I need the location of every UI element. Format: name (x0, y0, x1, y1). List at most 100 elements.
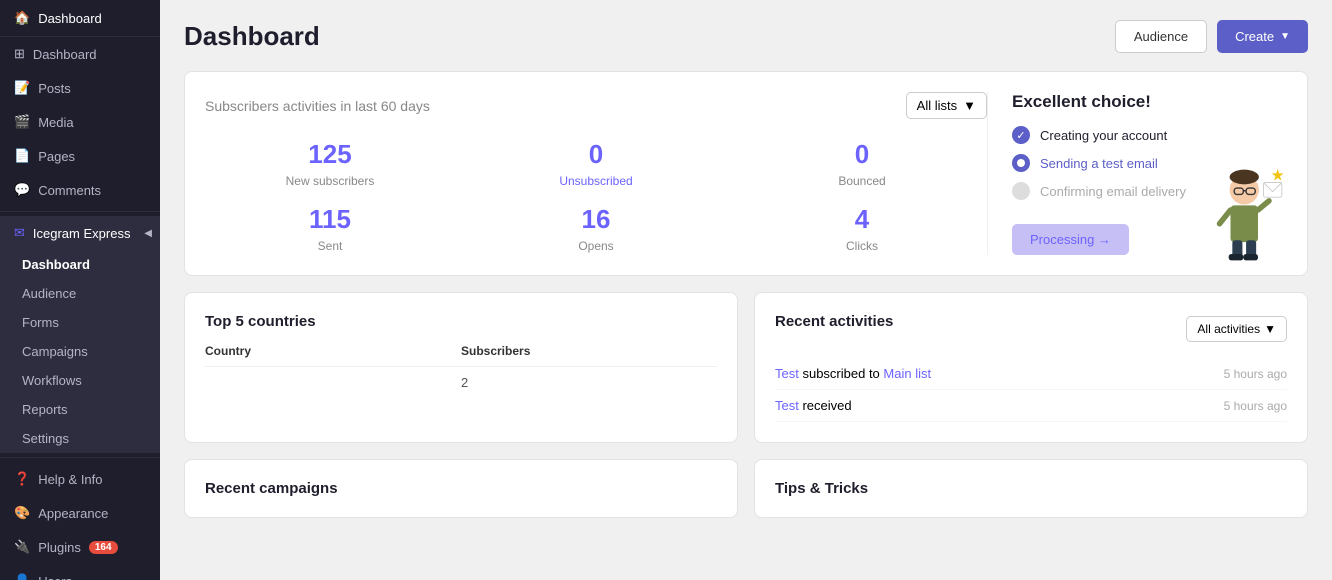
sidebar-nav: ⊞ Dashboard 📝 Posts 🎬 Media 📄 Pages 💬 Co… (0, 37, 160, 207)
plugins-icon: 🔌 (14, 539, 30, 555)
sidebar-item-ig-reports[interactable]: Reports (0, 395, 160, 424)
help-icon: ❓ (14, 471, 30, 487)
sidebar-item-ig-campaigns[interactable]: Campaigns (0, 337, 160, 366)
tips-tricks-title: Tips & Tricks (775, 480, 868, 497)
processing-button[interactable]: Processing → (1012, 224, 1129, 255)
clicks-value: 4 (737, 204, 987, 235)
activity-link-test2[interactable]: Test (775, 398, 799, 413)
check-done-icon: ✓ (1012, 126, 1030, 144)
site-title: Dashboard (38, 11, 102, 26)
new-subscribers-value: 125 (205, 139, 455, 170)
countries-table-header: Country Subscribers (205, 344, 717, 367)
subscribers-cell: 2 (461, 375, 717, 390)
recent-activities-title: Recent activities (775, 313, 893, 330)
sidebar-header: 🏠 Dashboard (0, 0, 160, 37)
pages-icon: 📄 (14, 148, 30, 164)
recent-campaigns-title: Recent campaigns (205, 480, 338, 497)
activity-text-2: Test received (775, 398, 852, 413)
wordpress-icon: 🏠 (14, 10, 30, 26)
stats-grid: 125 New subscribers 0 Unsubscribed 0 Bou… (205, 139, 987, 253)
new-subscribers-label: New subscribers (205, 174, 455, 188)
sidebar-item-dashboard[interactable]: ⊞ Dashboard (0, 37, 160, 71)
stat-unsubscribed: 0 Unsubscribed (471, 139, 721, 188)
countries-section-title: Top 5 countries (205, 313, 717, 330)
sidebar: 🏠 Dashboard ⊞ Dashboard 📝 Posts 🎬 Media … (0, 0, 160, 580)
step-create-account: ✓ Creating your account (1012, 126, 1287, 144)
bounced-value: 0 (737, 139, 987, 170)
page-title: Dashboard (184, 21, 320, 52)
opens-value: 16 (471, 204, 721, 235)
opens-label: Opens (471, 239, 721, 253)
icegram-icon: ✉ (14, 225, 25, 241)
onboarding-title: Excellent choice! (1012, 92, 1287, 112)
dashboard-icon: ⊞ (14, 46, 25, 62)
stats-header: Subscribers activities in last 60 days A… (205, 92, 987, 119)
recent-activities-header: Recent activities All activities ▼ (775, 313, 1287, 344)
countries-activities-row: Top 5 countries Country Subscribers 2 Re… (184, 292, 1308, 459)
recent-campaigns-card: Recent campaigns (184, 459, 738, 518)
onboarding-panel: Excellent choice! ✓ Creating your accoun… (987, 92, 1287, 255)
unsubscribed-value: 0 (471, 139, 721, 170)
country-col-header: Country (205, 344, 461, 358)
sidebar-item-posts[interactable]: 📝 Posts (0, 71, 160, 105)
sidebar-item-appearance[interactable]: 🎨 Appearance (0, 496, 160, 530)
step-create-account-label: Creating your account (1040, 128, 1167, 143)
stats-layout: Subscribers activities in last 60 days A… (205, 92, 1287, 255)
table-row: 2 (205, 367, 717, 398)
clicks-label: Clicks (737, 239, 987, 253)
unsubscribed-label: Unsubscribed (471, 174, 721, 188)
icegram-header[interactable]: ✉ Icegram Express (0, 216, 160, 250)
check-pending-icon (1012, 182, 1030, 200)
sent-label: Sent (205, 239, 455, 253)
sidebar-item-ig-settings[interactable]: Settings (0, 424, 160, 453)
countries-card: Top 5 countries Country Subscribers 2 (184, 292, 738, 443)
country-cell (205, 375, 461, 390)
stat-opens: 16 Opens (471, 204, 721, 253)
stat-clicks: 4 Clicks (737, 204, 987, 253)
bottom-row: Recent campaigns Tips & Tricks (184, 459, 1308, 534)
users-icon: 👤 (14, 573, 30, 580)
stat-sent: 115 Sent (205, 204, 455, 253)
activity-link-main[interactable]: Main list (883, 366, 931, 381)
sidebar-item-users[interactable]: 👤 Users (0, 564, 160, 580)
chevron-down-icon: ▼ (1264, 322, 1276, 336)
media-icon: 🎬 (14, 114, 30, 130)
step-confirm-delivery-label: Confirming email delivery (1040, 184, 1186, 199)
sidebar-item-comments[interactable]: 💬 Comments (0, 173, 160, 207)
character-illustration (1207, 155, 1287, 265)
stats-left-panel: Subscribers activities in last 60 days A… (205, 92, 987, 255)
step-send-test-label: Sending a test email (1040, 156, 1158, 171)
sidebar-item-media[interactable]: 🎬 Media (0, 105, 160, 139)
posts-icon: 📝 (14, 80, 30, 96)
recent-activities-card: Recent activities All activities ▼ Test … (754, 292, 1308, 443)
sidebar-item-plugins[interactable]: 🔌 Plugins 164 (0, 530, 160, 564)
all-lists-dropdown[interactable]: All lists ▼ (906, 92, 987, 119)
stats-section-title: Subscribers activities in last 60 days (205, 98, 430, 114)
icegram-section: ✉ Icegram Express Dashboard Audience For… (0, 216, 160, 453)
activity-time-1: 5 hours ago (1224, 367, 1287, 381)
header-actions: Audience Create ▼ (1115, 20, 1308, 53)
stat-new-subscribers: 125 New subscribers (205, 139, 455, 188)
sidebar-item-ig-forms[interactable]: Forms (0, 308, 160, 337)
stat-bounced: 0 Bounced (737, 139, 987, 188)
activity-time-2: 5 hours ago (1224, 399, 1287, 413)
subscribers-col-header: Subscribers (461, 344, 717, 358)
stats-card: Subscribers activities in last 60 days A… (184, 71, 1308, 276)
sent-value: 115 (205, 204, 455, 235)
main-content: Dashboard Audience Create ▼ Subscribers … (160, 0, 1332, 580)
sidebar-item-ig-audience[interactable]: Audience (0, 279, 160, 308)
create-label: Create (1235, 29, 1274, 44)
create-button[interactable]: Create ▼ (1217, 20, 1308, 53)
sidebar-item-pages[interactable]: 📄 Pages (0, 139, 160, 173)
tips-tricks-card: Tips & Tricks (754, 459, 1308, 518)
sidebar-item-help[interactable]: ❓ Help & Info (0, 462, 160, 496)
appearance-icon: 🎨 (14, 505, 30, 521)
activities-dropdown[interactable]: All activities ▼ (1186, 316, 1287, 342)
sidebar-item-ig-workflows[interactable]: Workflows (0, 366, 160, 395)
check-active-icon (1012, 154, 1030, 172)
activity-link-test1[interactable]: Test (775, 366, 799, 381)
bounced-label: Bounced (737, 174, 987, 188)
chevron-down-icon: ▼ (1280, 31, 1290, 42)
audience-button[interactable]: Audience (1115, 20, 1207, 53)
sidebar-item-ig-dashboard[interactable]: Dashboard (0, 250, 160, 279)
